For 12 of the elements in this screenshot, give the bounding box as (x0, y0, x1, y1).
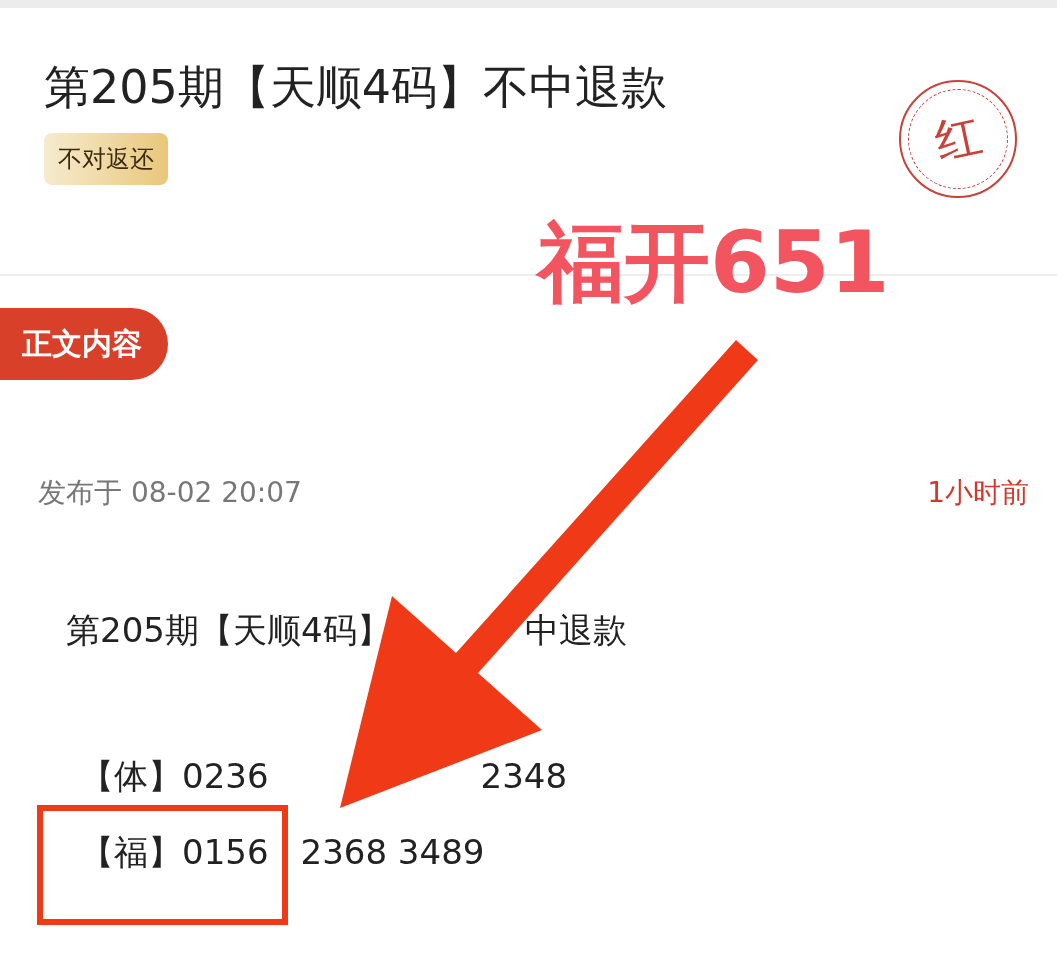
number-line: 【体】0236 (80, 756, 269, 796)
body-heading: 中退款 (524, 610, 627, 650)
publish-date: 发布于 08-02 20:07 (38, 476, 302, 510)
number-line: 2348 (480, 756, 568, 796)
refund-tag: 不对返还 (44, 133, 168, 186)
post-title: 第205期【天顺4码】不中退款 (44, 60, 668, 116)
body-heading: 第205期【天顺4码】 (66, 610, 391, 650)
section-tab[interactable]: 正文内容 (0, 308, 168, 380)
number-line: 2368 3489 (300, 832, 485, 872)
number-line: 【福】0156 (80, 832, 269, 872)
relative-time: 1小时前 (927, 476, 1029, 510)
stamp: 红 (899, 80, 1017, 198)
